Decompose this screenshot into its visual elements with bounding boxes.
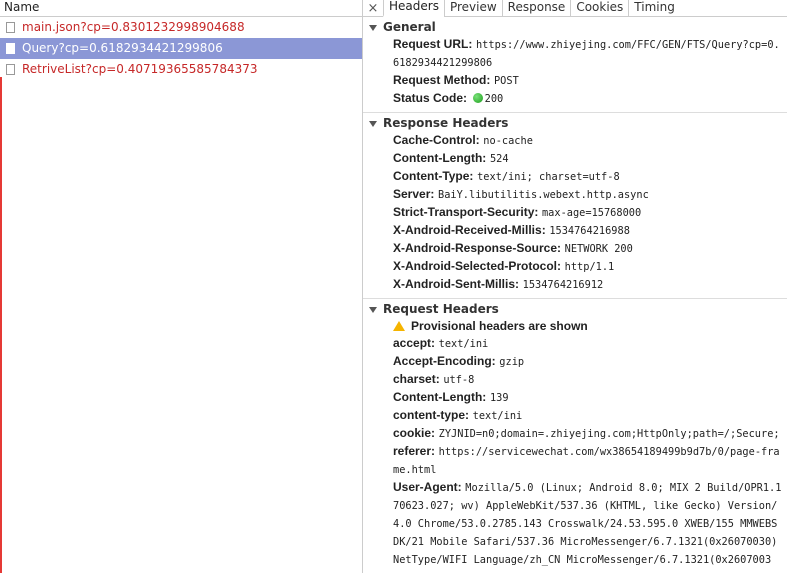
file-icon [6,64,15,75]
header-key: X-Android-Selected-Protocol: [393,259,562,273]
header-key: Status Code: [393,91,468,105]
request-details-pane: × Headers Preview Response Cookies Timin… [363,0,787,573]
failed-request-marker [0,77,2,573]
tab-timing[interactable]: Timing [628,0,680,16]
header-key: cookie: [393,426,436,440]
header-value: 200 [484,93,504,105]
tab-cookies[interactable]: Cookies [570,0,628,16]
header-row: accept: text/ini [363,335,787,353]
header-value: ZYJNID=n0;domain=.zhiyejing.com;HttpOnly… [438,428,780,440]
devtools-network-panel: Name main.json?cp=0.8301232998904688 Que… [0,0,787,573]
header-row: Content-Length: 139 [363,389,787,407]
header-row: Status Code: 200 [363,90,787,108]
header-value: max-age=15768000 [541,207,642,219]
header-value: 139 [489,392,509,404]
header-key: Server: [393,187,435,201]
request-name: main.json?cp=0.8301232998904688 [22,20,245,34]
header-key: X-Android-Sent-Millis: [393,277,519,291]
header-key: referer: [393,444,436,458]
header-value: text/ini [472,410,523,422]
header-value: 524 [489,153,509,165]
warning-icon [393,321,405,331]
header-value: text/ini; charset=utf-8 [477,171,620,183]
general-section: General Request URL: https://www.zhiyeji… [363,17,787,113]
response-headers-toggle[interactable]: Response Headers [363,115,787,132]
header-key: Accept-Encoding: [393,354,496,368]
triangle-down-icon [369,24,377,31]
header-row: cookie: ZYJNID=n0;domain=.zhiyejing.com;… [363,425,787,443]
request-headers-section: Request Headers Provisional headers are … [363,299,787,573]
section-title: Request Headers [383,302,499,316]
triangle-down-icon [369,306,377,313]
header-row: Server: BaiY.libutilitis.webext.http.asy… [363,186,787,204]
header-key: X-Android-Received-Millis: [393,223,546,237]
header-value: text/ini [438,338,489,350]
request-row-retrivelist[interactable]: RetriveList?cp=0.40719365585784373 [0,59,362,80]
header-value: 1534764216912 [522,279,604,291]
header-key: Strict-Transport-Security: [393,205,539,219]
request-name: RetriveList?cp=0.40719365585784373 [22,62,258,76]
header-row: User-Agent: Mozilla/5.0 (Linux; Android … [363,479,787,573]
details-tab-bar: × Headers Preview Response Cookies Timin… [363,0,787,17]
header-key: Content-Type: [393,169,474,183]
section-title: Response Headers [383,116,509,130]
header-value: utf-8 [443,374,475,386]
header-key: Content-Length: [393,151,487,165]
header-row: Accept-Encoding: gzip [363,353,787,371]
warning-text: Provisional headers are shown [411,319,588,333]
tab-headers[interactable]: Headers [383,0,444,17]
header-key: accept: [393,336,436,350]
header-value: Mozilla/5.0 (Linux; Android 8.0; MIX 2 B… [393,482,782,573]
header-row: X-Android-Sent-Millis: 1534764216912 [363,276,787,294]
header-value: no-cache [483,135,533,147]
close-icon[interactable]: × [363,1,383,16]
header-key: content-type: [393,408,469,422]
tab-response[interactable]: Response [501,0,571,16]
header-value: http/1.1 [564,261,615,273]
file-icon [6,22,15,33]
request-name: Query?cp=0.6182934421299806 [22,41,223,55]
header-key: Content-Length: [393,390,487,404]
header-value: 1534764216988 [549,225,630,237]
header-value: https://servicewechat.com/wx38654189499b… [393,446,780,476]
header-row: Request Method: POST [363,72,787,90]
header-row: X-Android-Received-Millis: 1534764216988 [363,222,787,240]
response-headers-section: Response Headers Cache-Control: no-cache… [363,113,787,299]
header-row: referer: https://servicewechat.com/wx386… [363,443,787,479]
file-icon [6,43,15,54]
name-column-header[interactable]: Name [0,0,362,17]
tab-preview[interactable]: Preview [443,0,502,16]
provisional-warning: Provisional headers are shown [363,318,787,335]
header-key: Request URL: [393,37,473,51]
header-key: charset: [393,372,440,386]
header-row: X-Android-Selected-Protocol: http/1.1 [363,258,787,276]
header-value: POST [493,75,519,87]
header-row: Content-Length: 524 [363,150,787,168]
header-value: gzip [499,356,525,368]
header-row: charset: utf-8 [363,371,787,389]
header-key: Cache-Control: [393,133,480,147]
general-section-toggle[interactable]: General [363,19,787,36]
triangle-down-icon [369,120,377,127]
request-row-query[interactable]: Query?cp=0.6182934421299806 [0,38,362,59]
header-value: NETWORK 200 [564,243,633,255]
header-row: Request URL: https://www.zhiyejing.com/F… [363,36,787,72]
header-key: User-Agent: [393,480,462,494]
header-value: BaiY.libutilitis.webext.http.async [438,189,649,201]
status-ok-icon [472,93,483,103]
header-key: Request Method: [393,73,491,87]
header-row: Strict-Transport-Security: max-age=15768… [363,204,787,222]
header-row: X-Android-Response-Source: NETWORK 200 [363,240,787,258]
request-headers-toggle[interactable]: Request Headers [363,301,787,318]
section-title: General [383,20,436,34]
header-row: content-type: text/ini [363,407,787,425]
header-key: X-Android-Response-Source: [393,241,562,255]
header-row: Content-Type: text/ini; charset=utf-8 [363,168,787,186]
header-row: Cache-Control: no-cache [363,132,787,150]
request-row-main-json[interactable]: main.json?cp=0.8301232998904688 [0,17,362,38]
request-list-pane: Name main.json?cp=0.8301232998904688 Que… [0,0,363,573]
